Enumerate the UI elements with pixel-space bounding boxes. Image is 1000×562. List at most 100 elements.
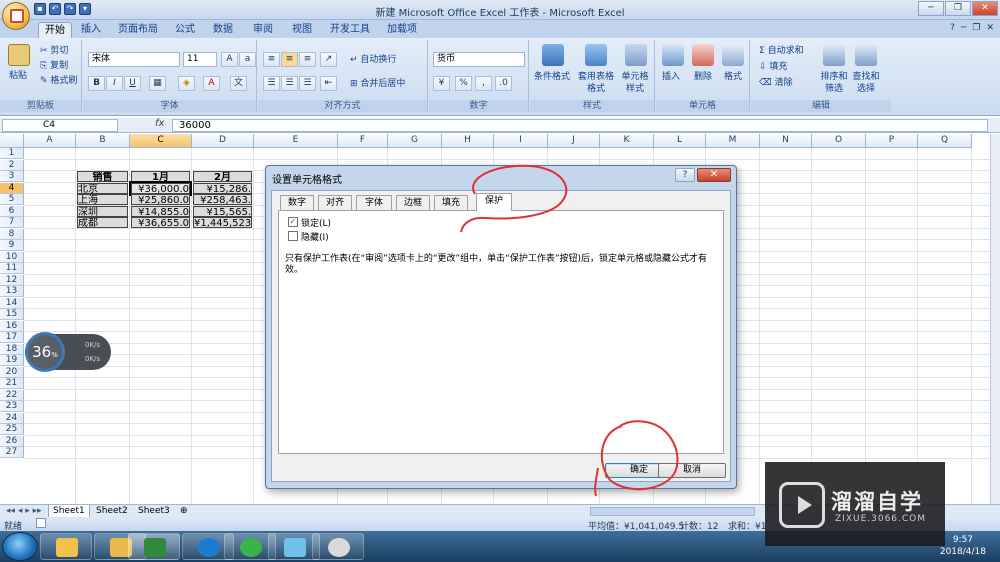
cell-styles-icon[interactable]: [625, 44, 647, 66]
column-header[interactable]: P: [866, 134, 918, 148]
row-header[interactable]: 9: [0, 240, 24, 251]
row-header[interactable]: 2: [0, 159, 24, 171]
column-header[interactable]: G: [388, 134, 442, 148]
hidden-label[interactable]: 隐藏(I): [301, 230, 329, 243]
table-cell[interactable]: 深圳: [77, 205, 128, 217]
row-header[interactable]: 11: [0, 263, 24, 274]
table-header-cell[interactable]: 销售: [77, 171, 128, 182]
dialog-help-button[interactable]: ?: [675, 168, 695, 182]
table-cell[interactable]: ¥15,565.: [193, 205, 252, 217]
table-header-cell[interactable]: 2月: [193, 171, 252, 182]
increase-decimal-icon[interactable]: .0: [495, 76, 512, 91]
cut-button[interactable]: ✂ 剪切: [40, 45, 68, 57]
accounting-format-icon[interactable]: ¥: [433, 76, 450, 91]
dialog-tab-protection[interactable]: 保护: [476, 193, 512, 211]
delete-cells-button[interactable]: 删除: [694, 71, 712, 83]
paste-icon[interactable]: [8, 44, 30, 66]
column-header[interactable]: B: [76, 134, 130, 148]
format-cells-icon[interactable]: [722, 44, 744, 66]
ribbon-close-icon[interactable]: ✕: [986, 23, 994, 33]
dialog-tab-font[interactable]: 字体: [356, 195, 392, 210]
tab-addins[interactable]: 加载项: [383, 22, 421, 38]
column-header[interactable]: K: [600, 134, 654, 148]
align-center-icon[interactable]: ☰: [281, 76, 298, 91]
row-header[interactable]: 22: [0, 389, 24, 401]
bold-icon[interactable]: B: [88, 76, 105, 91]
column-header[interactable]: E: [254, 134, 338, 148]
row-header[interactable]: 26: [0, 435, 24, 447]
vertical-scrollbar[interactable]: [990, 134, 1000, 504]
table-cell[interactable]: ¥1,445,523.: [193, 217, 252, 228]
row-header[interactable]: 15: [0, 309, 24, 320]
fill-color-icon[interactable]: ◈: [178, 76, 195, 91]
dialog-tab-fill[interactable]: 填充: [434, 195, 468, 210]
start-button[interactable]: [2, 532, 38, 561]
column-header[interactable]: O: [812, 134, 866, 148]
row-header[interactable]: 13: [0, 286, 24, 297]
autosum-button[interactable]: Σ 自动求和: [759, 45, 804, 57]
taskbar-app-paint[interactable]: [312, 533, 364, 560]
sort-filter-icon[interactable]: [823, 44, 845, 66]
ribbon-minimize-icon[interactable]: ─: [961, 23, 966, 33]
comma-icon[interactable]: ,: [475, 76, 492, 91]
tab-formulas[interactable]: 公式: [170, 22, 200, 38]
number-format-combo[interactable]: 货币: [433, 52, 525, 67]
row-header[interactable]: 8: [0, 228, 24, 240]
align-left-icon[interactable]: ☰: [263, 76, 280, 91]
border-icon[interactable]: ▦: [149, 76, 166, 91]
row-header[interactable]: 25: [0, 424, 24, 435]
align-right-icon[interactable]: ☰: [299, 76, 316, 91]
row-header[interactable]: 4: [0, 182, 24, 194]
table-cell[interactable]: 成都: [77, 217, 128, 228]
tab-page-layout[interactable]: 页面布局: [113, 22, 163, 38]
format-as-table-icon[interactable]: [585, 44, 607, 66]
tab-view[interactable]: 视图: [287, 22, 317, 38]
row-header[interactable]: 7: [0, 217, 24, 228]
row-header[interactable]: 23: [0, 401, 24, 412]
tab-insert[interactable]: 插入: [76, 22, 106, 38]
font-color-icon[interactable]: A: [203, 76, 220, 91]
row-header[interactable]: 17: [0, 332, 24, 343]
wrap-text-button[interactable]: ↵ 自动换行: [350, 54, 396, 66]
tab-review[interactable]: 审阅: [248, 22, 278, 38]
phonetic-icon[interactable]: 文: [230, 76, 247, 91]
cancel-button[interactable]: 取消: [658, 463, 726, 478]
minimize-button[interactable]: ─: [918, 1, 944, 16]
formula-input[interactable]: 36000: [172, 119, 988, 132]
insert-cells-icon[interactable]: [662, 44, 684, 66]
row-header[interactable]: 19: [0, 355, 24, 366]
column-header[interactable]: F: [338, 134, 388, 148]
clear-button[interactable]: ⌫ 清除: [759, 77, 793, 89]
conditional-format-icon[interactable]: [542, 44, 564, 66]
row-header[interactable]: 12: [0, 274, 24, 286]
hidden-checkbox[interactable]: [288, 231, 298, 241]
taskbar-app-excel[interactable]: [128, 533, 180, 560]
row-header[interactable]: 24: [0, 412, 24, 424]
locked-label[interactable]: 锁定(L): [301, 216, 331, 229]
sort-filter-button[interactable]: 排序和筛选: [819, 71, 849, 95]
percent-icon[interactable]: %: [455, 76, 472, 91]
align-bottom-icon[interactable]: ≡: [299, 52, 316, 67]
paste-button[interactable]: 粘贴: [9, 70, 27, 82]
decrease-indent-icon[interactable]: ⇤: [320, 76, 337, 91]
format-cells-button[interactable]: 格式: [724, 71, 742, 83]
row-header[interactable]: 3: [0, 171, 24, 182]
align-middle-icon[interactable]: ≡: [281, 52, 298, 67]
column-header[interactable]: C: [130, 134, 192, 148]
column-header[interactable]: A: [24, 134, 76, 148]
grow-font-icon[interactable]: A: [221, 52, 238, 67]
table-cell[interactable]: ¥36,655.0: [131, 217, 190, 228]
close-button[interactable]: ✕: [972, 1, 998, 16]
restore-button[interactable]: ❐: [945, 1, 971, 16]
column-header[interactable]: H: [442, 134, 494, 148]
fill-button[interactable]: ⇩ 填充: [759, 61, 787, 73]
column-header[interactable]: N: [760, 134, 812, 148]
taskbar-app-folder[interactable]: [40, 533, 92, 560]
row-header[interactable]: 20: [0, 366, 24, 378]
insert-cells-button[interactable]: 插入: [662, 71, 680, 83]
row-header[interactable]: 5: [0, 194, 24, 205]
dialog-tab-number[interactable]: 数字: [280, 195, 314, 210]
table-cell[interactable]: 上海: [77, 194, 128, 205]
orientation-icon[interactable]: ↗: [320, 52, 337, 67]
dialog-tab-alignment[interactable]: 对齐: [318, 195, 352, 210]
